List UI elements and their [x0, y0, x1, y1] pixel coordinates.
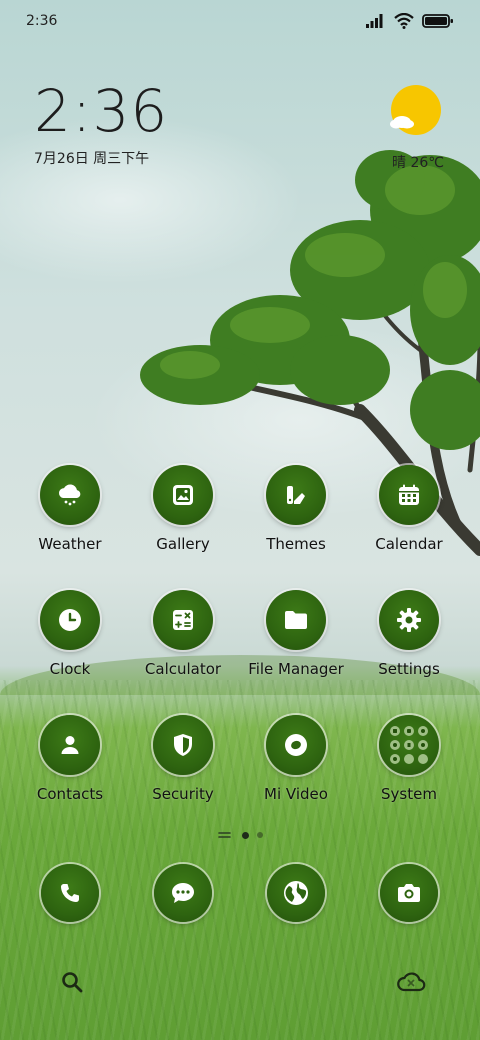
calculator-icon — [173, 610, 193, 630]
mi-video-app-icon — [266, 715, 326, 775]
camera-icon — [398, 884, 420, 902]
calculator-app-icon — [153, 590, 213, 650]
dock-messages[interactable] — [127, 864, 239, 922]
page-indicator[interactable] — [200, 828, 280, 842]
app-label-weather: Weather — [38, 535, 102, 553]
phone-icon — [61, 884, 79, 902]
app-contacts[interactable]: Contacts — [14, 715, 126, 803]
calendar-icon — [399, 484, 419, 505]
app-calculator[interactable]: Calculator — [127, 590, 239, 678]
app-label-calendar: Calendar — [375, 535, 443, 553]
signal-icon — [366, 14, 383, 28]
settings-app-icon — [379, 590, 439, 650]
video-icon — [285, 734, 307, 756]
app-label-file-manager: File Manager — [248, 660, 344, 678]
person-icon — [61, 736, 79, 754]
app-label-mi-video: Mi Video — [264, 785, 328, 803]
clock-widget-time: 2:36 — [34, 77, 169, 145]
dock-phone[interactable] — [14, 864, 126, 922]
app-label-gallery: Gallery — [156, 535, 210, 553]
security-app-icon — [153, 715, 213, 775]
camera-app-icon — [380, 864, 438, 922]
app-themes[interactable]: Themes — [240, 465, 352, 553]
browser-icon — [284, 881, 308, 905]
app-label-contacts: Contacts — [36, 785, 104, 803]
clock-widget[interactable]: 2:36 7月26日 周三下午 — [34, 76, 168, 168]
file-manager-app-icon — [266, 590, 326, 650]
app-label-security: Security — [152, 785, 214, 803]
app-label-themes: Themes — [266, 535, 326, 553]
weather-widget[interactable]: 晴 26℃ — [388, 84, 444, 172]
themes-app-icon — [266, 465, 326, 525]
bottom-bar — [0, 962, 480, 1002]
calendar-app-icon — [379, 465, 439, 525]
dock-browser[interactable] — [240, 864, 352, 922]
clock-icon — [59, 609, 81, 631]
weather-condition-temp: 晴 26℃ — [392, 155, 444, 171]
page-dot-active — [241, 831, 249, 839]
app-file-manager[interactable]: File Manager — [240, 590, 352, 678]
folder-grid-icon — [390, 726, 428, 764]
dock-camera[interactable] — [353, 864, 465, 922]
clock-app-icon — [40, 590, 100, 650]
weather-app-icon — [40, 465, 100, 525]
page-indicator-lines-icon — [217, 832, 231, 838]
status-time: 2:36 — [26, 13, 58, 29]
search-icon[interactable] — [60, 970, 84, 994]
app-label-system: System — [381, 785, 437, 803]
contacts-app-icon — [40, 715, 100, 775]
app-mi-video[interactable]: Mi Video — [240, 715, 352, 803]
battery-icon — [422, 14, 453, 28]
gear-icon — [397, 608, 421, 632]
app-weather[interactable]: Weather — [14, 465, 126, 553]
app-clock[interactable]: Clock — [14, 590, 126, 678]
cloud-shortcut-icon[interactable] — [396, 968, 426, 996]
folder-icon — [285, 611, 307, 629]
browser-app-icon — [267, 864, 325, 922]
system-folder-icon — [379, 715, 439, 775]
themes-icon — [287, 486, 305, 504]
weather-cloud-icon — [58, 484, 81, 506]
app-calendar[interactable]: Calendar — [353, 465, 465, 553]
status-icons — [366, 13, 454, 29]
message-icon — [172, 883, 194, 903]
page-dot — [256, 832, 263, 838]
shield-icon — [174, 734, 192, 756]
app-system-folder[interactable]: System — [353, 715, 465, 803]
app-label-calculator: Calculator — [144, 660, 222, 678]
sun-cloud-icon — [390, 85, 441, 135]
status-bar: 2:36 — [0, 0, 480, 42]
wifi-icon — [394, 13, 414, 29]
gallery-app-icon — [153, 465, 213, 525]
messages-app-icon — [154, 864, 212, 922]
app-gallery[interactable]: Gallery — [127, 465, 239, 553]
clock-widget-date: 7月26日 周三下午 — [34, 151, 150, 167]
app-settings[interactable]: Settings — [353, 590, 465, 678]
app-security[interactable]: Security — [127, 715, 239, 803]
app-label-settings: Settings — [378, 660, 440, 678]
app-label-clock: Clock — [49, 660, 91, 678]
gallery-icon — [173, 485, 193, 505]
phone-app-icon — [41, 864, 99, 922]
